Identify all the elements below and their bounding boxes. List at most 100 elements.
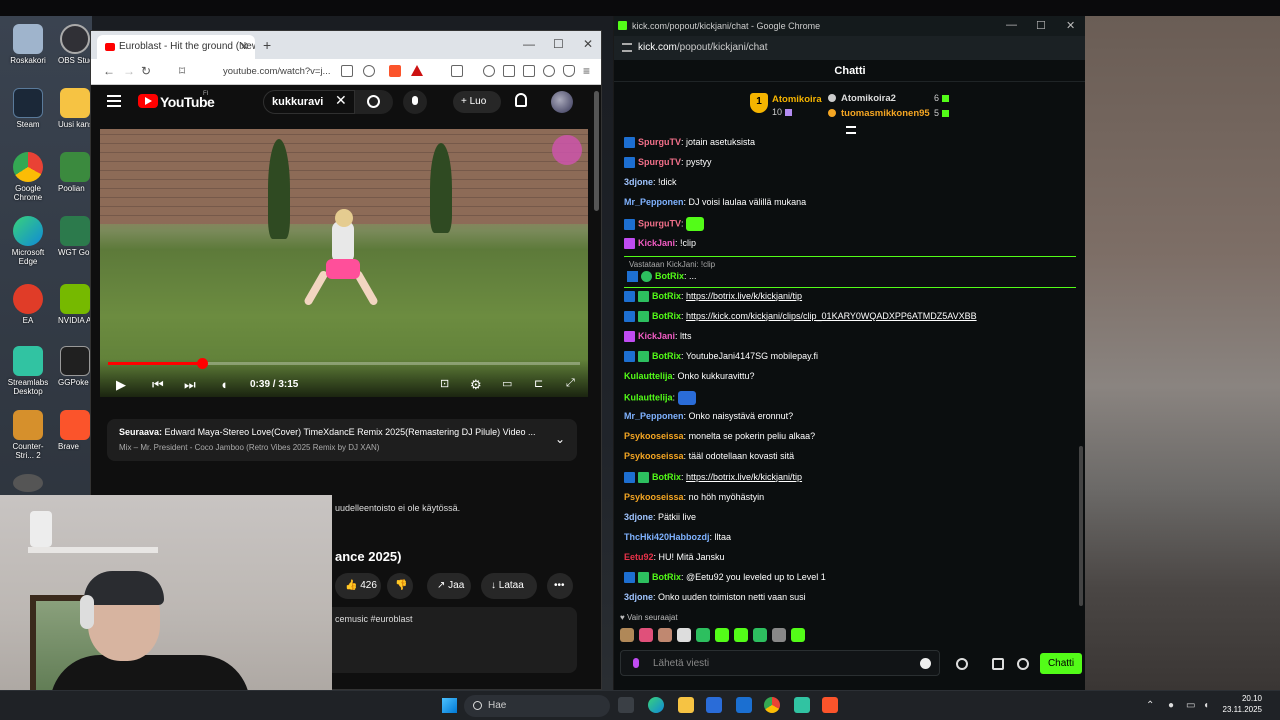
download-button[interactable]: ↓ Lataa [481, 573, 537, 599]
more-options-icon[interactable]: ••• [547, 573, 573, 599]
emote-shortcut-icon[interactable] [620, 628, 634, 642]
chat-username[interactable]: SpurguTV [638, 157, 681, 167]
tray-overflow-icon[interactable]: ⌃ [1146, 700, 1154, 711]
volume-icon[interactable]: ◖ [1203, 700, 1209, 711]
bookmark-icon[interactable]: ⌑ [179, 64, 185, 78]
volume-icon[interactable]: ◖ [220, 377, 228, 392]
desktop-icon-edge[interactable]: Microsoft Edge [6, 216, 50, 266]
reload-icon[interactable]: ↻ [141, 64, 151, 78]
previous-icon[interactable]: ⏮ [152, 377, 164, 393]
chat-username[interactable]: SpurguTV [638, 219, 681, 229]
desktop-icon-ea[interactable]: EA [6, 284, 50, 325]
chat-username[interactable]: Psykooseissa [624, 492, 684, 502]
up-next-card[interactable]: Seuraava: Edward Maya-Stereo Love(Cover)… [107, 419, 577, 461]
chat-username[interactable]: KickJani [638, 331, 675, 341]
account-avatar[interactable] [551, 91, 573, 113]
emoji-picker-icon[interactable] [920, 658, 931, 669]
forward-icon[interactable]: → [123, 64, 135, 78]
desktop-icon-counter-strike[interactable]: Counter-Stri... 2 [6, 410, 50, 460]
chrome-icon[interactable] [764, 697, 780, 713]
cast-icon[interactable]: ⊏ [534, 377, 543, 390]
address-bar[interactable]: kick.com/popout/kickjani/chat [614, 36, 1085, 60]
chat-username[interactable]: ThcHki420Habbozdj [624, 532, 710, 542]
file-explorer-icon[interactable] [678, 697, 694, 713]
emote-shortcut-icon[interactable] [791, 628, 805, 642]
notifications-bell-icon[interactable] [515, 93, 527, 107]
vpn-shield-icon[interactable] [563, 65, 575, 77]
chat-username[interactable]: BotRix [652, 291, 681, 301]
chat-username[interactable]: BotRix [652, 572, 681, 582]
wallet-icon[interactable] [523, 65, 535, 77]
chat-link[interactable]: https://botrix.live/k/kickjani/tip [686, 472, 802, 482]
chat-scrollbar[interactable] [1079, 446, 1083, 606]
chat-username[interactable]: SpurguTV [638, 137, 681, 147]
desktop-icon-recycle-bin[interactable]: Roskakori [6, 24, 50, 65]
next-icon[interactable]: ⏭ [184, 377, 196, 393]
desktop-icon-obs[interactable]: OBS Studi [58, 24, 94, 65]
desktop-icon-streamlabs[interactable]: Streamlabs Desktop [6, 346, 50, 396]
gift-shop-icon[interactable] [992, 658, 1004, 670]
sidebar-icon[interactable] [503, 65, 515, 77]
minimize-icon[interactable]: — [523, 37, 535, 51]
brave-rewards-icon[interactable] [411, 65, 423, 76]
emote-shortcut-icon[interactable] [715, 628, 729, 642]
share-icon[interactable] [363, 65, 375, 77]
chat-username[interactable]: BotRix [652, 472, 681, 482]
pinned-collapse-icon[interactable] [846, 126, 856, 134]
page-scrollbar[interactable] [594, 91, 599, 211]
chat-link[interactable]: https://botrix.live/k/kickjani/tip [686, 291, 802, 301]
chat-input[interactable]: Lähetä viesti [620, 650, 940, 676]
chat-username[interactable]: 3djone [624, 512, 653, 522]
chat-username[interactable]: Mr_Pepponen [624, 411, 684, 421]
emote-icon[interactable] [686, 217, 705, 232]
task-view-icon[interactable] [618, 697, 634, 713]
streamlabs-icon[interactable] [794, 697, 810, 713]
cast-icon[interactable] [341, 65, 353, 77]
chat-username[interactable]: BotRix [652, 311, 681, 321]
dislike-button[interactable]: 👎 [387, 573, 413, 599]
progress-bar[interactable] [108, 358, 580, 369]
maximize-icon[interactable]: ☐ [1036, 19, 1046, 32]
start-menu-icon[interactable] [442, 698, 457, 713]
desktop-icon-partial[interactable] [6, 474, 50, 494]
tray-microphone-icon[interactable]: ● [1168, 700, 1174, 711]
emote-shortcut-icon[interactable] [734, 628, 748, 642]
theater-mode-icon[interactable]: ▭ [502, 377, 512, 390]
desktop-icon-chrome[interactable]: Google Chrome [6, 152, 50, 202]
emote-shortcut-icon[interactable] [639, 628, 653, 642]
chat-username[interactable]: Kulauttelija [624, 371, 673, 381]
chevron-down-icon[interactable]: ⌄ [555, 432, 565, 446]
minimize-icon[interactable]: — [1006, 19, 1017, 31]
desktop-icon-wgt-golf[interactable]: WGT Go [58, 216, 94, 257]
video-player[interactable]: ▶ ⏮ ⏭ ◖ 0:39 / 3:15 ⊡ ⚙ ▭ ⊏ ⤢ [100, 129, 588, 397]
youtube-logo-icon[interactable] [138, 94, 158, 108]
chat-username[interactable]: Eetu92 [624, 552, 654, 562]
settings-gear-icon[interactable]: ⚙ [470, 377, 482, 393]
chat-username[interactable]: Psykooseissa [624, 431, 684, 441]
send-chat-button[interactable]: Chatti [1040, 653, 1082, 674]
chat-username[interactable]: Kulauttelija [624, 392, 673, 402]
desktop-icon-nvidia[interactable]: NVIDIA A [58, 284, 94, 325]
window-close-icon[interactable]: ✕ [1066, 19, 1075, 32]
taskbar-search[interactable]: Hae [464, 695, 610, 717]
media-icon[interactable] [483, 65, 495, 77]
desktop-icon-ggpoker[interactable]: GGPoke [58, 346, 94, 387]
system-clock[interactable]: 20.10 23.11.2025 [1218, 693, 1262, 715]
leaderboard-third-name[interactable]: tuomasmikkonen95 [841, 108, 930, 119]
emote-icon[interactable] [677, 391, 696, 406]
play-icon[interactable]: ▶ [116, 377, 126, 393]
desktop-icon-brave[interactable]: Brave [58, 410, 94, 451]
menu-icon[interactable]: ≡ [583, 64, 590, 78]
extensions-puzzle-icon[interactable] [543, 65, 555, 77]
clear-search-icon[interactable]: ✕ [335, 92, 347, 109]
chat-username[interactable]: BotRix [652, 351, 681, 361]
site-settings-icon[interactable] [622, 43, 632, 52]
window-close-icon[interactable]: ✕ [583, 37, 593, 51]
brave-shield-icon[interactable] [389, 65, 401, 77]
leaderboard-second-name[interactable]: Atomikoira2 [841, 93, 896, 104]
new-tab-icon[interactable]: + [263, 37, 271, 53]
desktop-icon-poolian[interactable]: Poolian [58, 152, 94, 193]
chat-link[interactable]: https://kick.com/kickjani/clips/clip_01K… [686, 311, 977, 321]
like-button[interactable]: 👍 426 [335, 573, 381, 599]
desktop-icon-steam[interactable]: Steam [6, 88, 50, 129]
